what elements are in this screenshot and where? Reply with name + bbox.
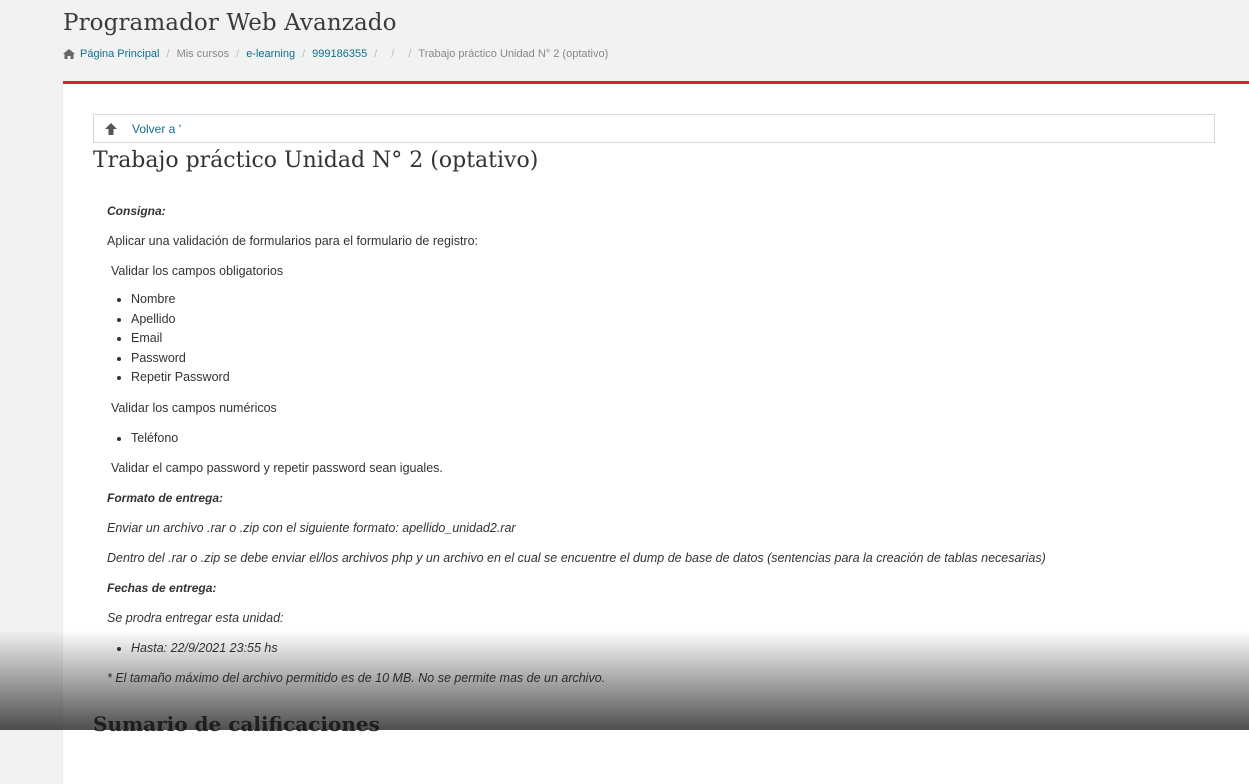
formato-line-1: Enviar un archivo .rar o .zip con el sig… (107, 520, 516, 535)
back-link-label[interactable]: Volver a ' (132, 122, 181, 136)
page-header: Programador Web Avanzado Página Principa… (63, 10, 1249, 60)
list-item: Apellido (131, 310, 1227, 330)
fechas-heading: Fechas de entrega: (107, 580, 217, 595)
consigna-heading: Consigna: (107, 204, 166, 218)
back-link[interactable]: Volver a ' (93, 114, 1215, 143)
numeric-fields-label: Validar los campos numéricos (111, 400, 277, 415)
consigna-intro: Aplicar una validación de formularios pa… (107, 234, 479, 248)
assignment-description: Consigna: Aplicar una validación de form… (107, 196, 1227, 693)
list-item: Repetir Password (131, 368, 1227, 388)
required-fields-label: Validar los campos obligatorios (111, 264, 284, 278)
breadcrumb-separator: / (374, 48, 378, 60)
arrow-up-icon (104, 122, 118, 136)
file-size-note: * El tamaño máximo del archivo permitido… (107, 670, 606, 685)
breadcrumb-my-courses: Mis cursos (176, 48, 230, 60)
breadcrumb: Página Principal / Mis cursos / e-learni… (63, 48, 1249, 60)
breadcrumb-separator: / (302, 48, 306, 60)
deadline-item: Hasta: 22/9/2021 23:55 hs (131, 633, 1227, 663)
breadcrumb-course-code[interactable]: 999186355 (312, 48, 367, 60)
list-item: Password (131, 349, 1227, 369)
list-item: Teléfono (131, 423, 1227, 453)
grading-summary-title: Sumario de calificaciones (93, 712, 380, 736)
list-item: Nombre (131, 290, 1227, 310)
breadcrumb-separator: / (391, 48, 395, 60)
breadcrumb-current: Trabajo práctico Unidad N° 2 (optativo) (418, 48, 609, 60)
password-rule: Validar el campo password y repetir pass… (111, 460, 443, 475)
course-title: Programador Web Avanzado (63, 10, 397, 36)
activity-title: Trabajo práctico Unidad N° 2 (optativo) (93, 148, 539, 173)
breadcrumb-separator: / (236, 48, 240, 60)
formato-line-2: Dentro del .rar o .zip se debe enviar el… (107, 550, 1046, 565)
home-icon (63, 49, 75, 59)
breadcrumb-home[interactable]: Página Principal (63, 48, 160, 60)
fechas-intro: Se prodra entregar esta unidad: (107, 610, 284, 625)
formato-heading: Formato de entrega: (107, 490, 224, 505)
breadcrumb-separator: / (408, 48, 412, 60)
required-fields-list: Nombre Apellido Email Password Repetir P… (107, 290, 1227, 388)
breadcrumb-category[interactable]: e-learning (246, 48, 295, 60)
list-item: Email (131, 329, 1227, 349)
numeric-fields-list: Teléfono (107, 423, 1227, 453)
breadcrumb-home-link[interactable]: Página Principal (80, 48, 160, 60)
deadline-list: Hasta: 22/9/2021 23:55 hs (107, 633, 1227, 663)
breadcrumb-separator: / (166, 48, 170, 60)
main-card: Volver a ' Trabajo práctico Unidad N° 2 … (63, 81, 1249, 784)
